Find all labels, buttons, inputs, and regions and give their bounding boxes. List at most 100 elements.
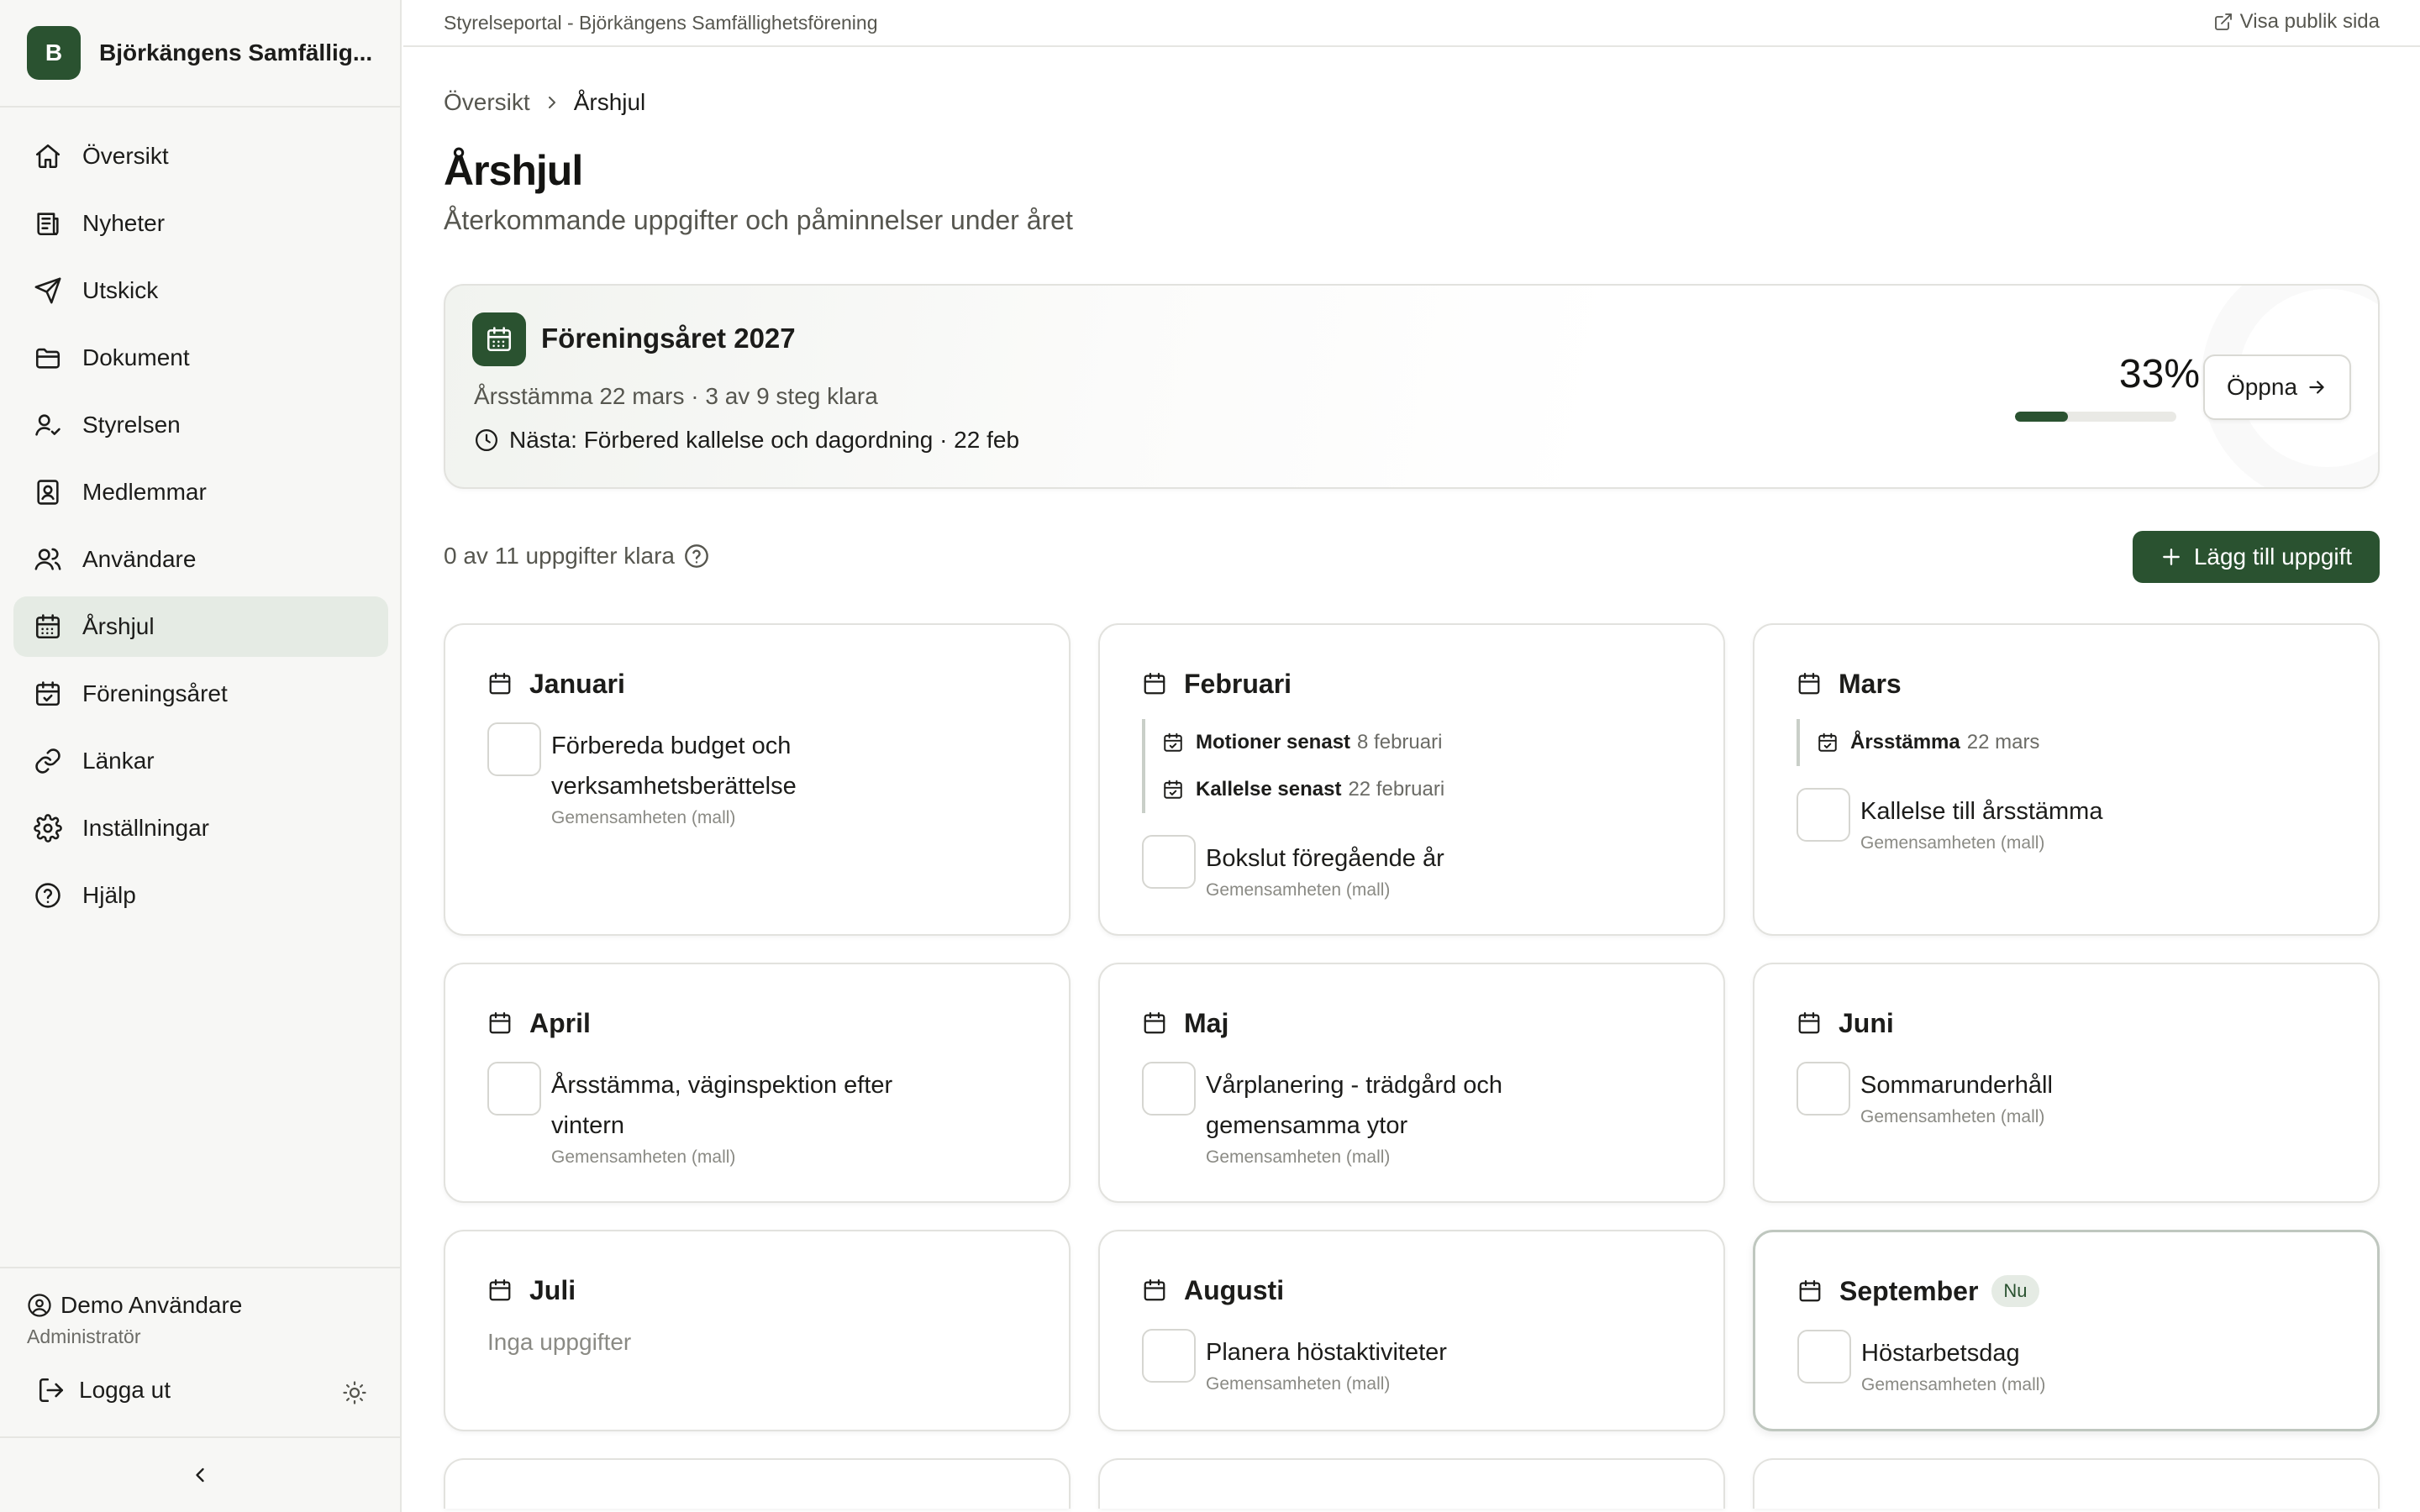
month-name: Januari xyxy=(529,668,625,699)
sidebar-item-label: Årshjul xyxy=(82,613,155,639)
sidebar-item-medlemmar[interactable]: Medlemmar xyxy=(13,462,388,522)
calendar-icon xyxy=(489,1012,511,1034)
task-item: Vårplanering - trädgård och gemensamma y… xyxy=(1142,1062,1683,1168)
task-source: Gemensamheten (mall) xyxy=(1206,1147,1391,1167)
month-card-januari: Januari Förbereda budget och verksamhetsb… xyxy=(444,623,1071,936)
task-title: Vårplanering - trädgård och gemensamma y… xyxy=(1206,1072,1503,1139)
calendar-grid-icon xyxy=(472,312,526,366)
sidebar-item-styrelsen[interactable]: Styrelsen xyxy=(13,395,388,455)
sidebar-item-arshjul[interactable]: Årshjul xyxy=(13,596,388,657)
user-check-icon xyxy=(35,414,60,436)
theme-toggle-button[interactable] xyxy=(338,1376,371,1410)
month-event: Motioner senast 8 februari xyxy=(1162,719,1683,766)
clock-icon xyxy=(476,429,497,451)
task-checkbox[interactable] xyxy=(1142,1329,1196,1383)
task-item: Förbereda budget och verksamhetsberättel… xyxy=(487,722,1028,828)
plus-icon xyxy=(2162,549,2180,565)
sidebar: B Björkängens Samfällig... Översikt Nyhet… xyxy=(0,0,402,1512)
gear-icon xyxy=(34,814,62,843)
page-title: Årshjul xyxy=(444,147,583,194)
month-card-maj: Maj Vårplanering - trädgård och gemensamm… xyxy=(1098,963,1725,1203)
open-year-button[interactable]: Öppna xyxy=(2203,354,2351,420)
task-checkbox[interactable] xyxy=(487,1062,541,1116)
task-checkbox[interactable] xyxy=(1797,788,1850,842)
help-circle-icon xyxy=(35,883,60,908)
task-source: Gemensamheten (mall) xyxy=(1860,833,2045,853)
task-title: Kallelse till årsstämma xyxy=(1860,798,2103,825)
task-title: Förbereda budget och verksamhetsberättel… xyxy=(551,732,797,800)
help-circle-icon[interactable] xyxy=(683,543,710,570)
event-label: Årsstämma xyxy=(1850,731,1960,753)
contact-book-icon xyxy=(37,480,59,505)
calendar-check-icon xyxy=(1164,732,1182,752)
month-header: Maj xyxy=(1142,1006,1683,1040)
task-checkbox[interactable] xyxy=(1797,1330,1851,1383)
sidebar-item-installningar[interactable]: Inställningar xyxy=(13,798,388,858)
task-checkbox[interactable] xyxy=(1142,1062,1196,1116)
month-card-partial xyxy=(1098,1458,1725,1509)
year-card-meta: Årsstämma 22 mars · 3 av 9 steg klara xyxy=(474,383,878,409)
month-events: Årsstämma 22 mars xyxy=(1797,719,2338,766)
breadcrumb-current: Årshjul xyxy=(573,89,646,115)
user-role: Administratör xyxy=(27,1326,141,1347)
month-card-juni: Juni Sommarunderhåll Gemensamheten (mall) xyxy=(1753,963,2380,1203)
org-name: Björkängens Samfällig... xyxy=(99,39,373,66)
breadcrumb-overview-link[interactable]: Översikt xyxy=(444,89,530,116)
sidebar-item-label: Utskick xyxy=(82,277,159,303)
sidebar-item-nyheter[interactable]: Nyheter xyxy=(13,193,388,254)
event-label: Motioner senast xyxy=(1196,731,1351,753)
logout-button[interactable]: Logga ut xyxy=(37,1376,171,1404)
sidebar-item-label: Föreningsåret xyxy=(82,680,228,706)
task-checkbox[interactable] xyxy=(1142,835,1196,889)
month-card-februari: Februari Motioner senast 8 februari Kallels… xyxy=(1098,623,1725,936)
sidebar-item-label: Styrelsen xyxy=(82,412,181,438)
org-header[interactable]: B Björkängens Samfällig... xyxy=(0,0,400,108)
sidebar-item-lankar[interactable]: Länkar xyxy=(13,731,388,791)
task-title: Bokslut föregående år xyxy=(1206,845,1444,872)
task-item: Kallelse till årsstämma Gemensamheten (ma… xyxy=(1797,788,2338,853)
month-name: September xyxy=(1839,1275,1979,1306)
month-card-juli: Juli Inga uppgifter xyxy=(444,1230,1071,1431)
calendar-icon xyxy=(489,673,511,695)
sidebar-item-label: Dokument xyxy=(82,344,190,370)
task-source: Gemensamheten (mall) xyxy=(551,1147,736,1167)
current-month-badge: Nu xyxy=(1991,1275,2039,1307)
task-checkbox[interactable] xyxy=(1797,1062,1850,1116)
month-card-september: September Nu Höstarbetsdag Gemensamheten (m… xyxy=(1753,1230,2380,1431)
arrow-right-icon xyxy=(2309,381,2324,394)
newspaper-icon xyxy=(37,213,59,236)
month-name: Mars xyxy=(1839,668,1902,699)
sidebar-item-foreningsaret[interactable]: Föreningsåret xyxy=(13,664,388,724)
task-source: Gemensamheten (mall) xyxy=(1206,1374,1391,1394)
task-checkbox[interactable] xyxy=(487,722,541,776)
association-year-card: Föreningsåret 2027 Årsstämma 22 mars · 3… xyxy=(444,284,2380,489)
task-body: Bokslut föregående år Gemensamheten (mall… xyxy=(1206,835,1444,900)
task-body: Höstarbetsdag Gemensamheten (mall) xyxy=(1861,1330,2045,1395)
add-task-button[interactable]: Lägg till uppgift xyxy=(2133,531,2380,583)
month-header: April xyxy=(487,1006,1028,1040)
folder-icon xyxy=(35,348,60,369)
month-card-mars: Mars Årsstämma 22 mars Kallelse till årsstä… xyxy=(1753,623,2380,936)
sidebar-item-dokument[interactable]: Dokument xyxy=(13,328,388,388)
sidebar-item-label: Nyheter xyxy=(82,210,166,236)
collapse-sidebar-button[interactable] xyxy=(0,1436,400,1512)
tasks-count: 0 av 11 uppgifter klara xyxy=(444,543,710,570)
sidebar-item-hjalp[interactable]: Hjälp xyxy=(13,865,388,926)
users-icon xyxy=(34,548,61,570)
event-date: 22 februari xyxy=(1348,778,1445,801)
month-header: Juli xyxy=(487,1273,1028,1307)
month-header: Augusti xyxy=(1142,1273,1683,1307)
calendar-check-icon xyxy=(35,681,60,706)
month-grid: Januari Förbereda budget och verksamhetsb… xyxy=(444,623,2380,1509)
sidebar-item-anvandare[interactable]: Användare xyxy=(13,529,388,590)
task-body: Förbereda budget och verksamhetsberättel… xyxy=(551,722,955,828)
task-title: Årsstämma, väginspektion efter vintern xyxy=(551,1072,893,1139)
view-public-site-link[interactable]: Visa publik sida xyxy=(2213,10,2380,34)
sidebar-item-oversikt[interactable]: Översikt xyxy=(13,126,388,186)
task-title: Höstarbetsdag xyxy=(1861,1340,2020,1367)
task-item: Planera höstaktiviteter Gemensamheten (ma… xyxy=(1142,1329,1683,1394)
next-step-label: Nästa: Förbered kallelse och dagordning … xyxy=(509,427,1020,453)
task-item: Höstarbetsdag Gemensamheten (mall) xyxy=(1797,1330,2337,1395)
task-body: Årsstämma, väginspektion efter vintern Ge… xyxy=(551,1062,955,1168)
sidebar-item-utskick[interactable]: Utskick xyxy=(13,260,388,321)
